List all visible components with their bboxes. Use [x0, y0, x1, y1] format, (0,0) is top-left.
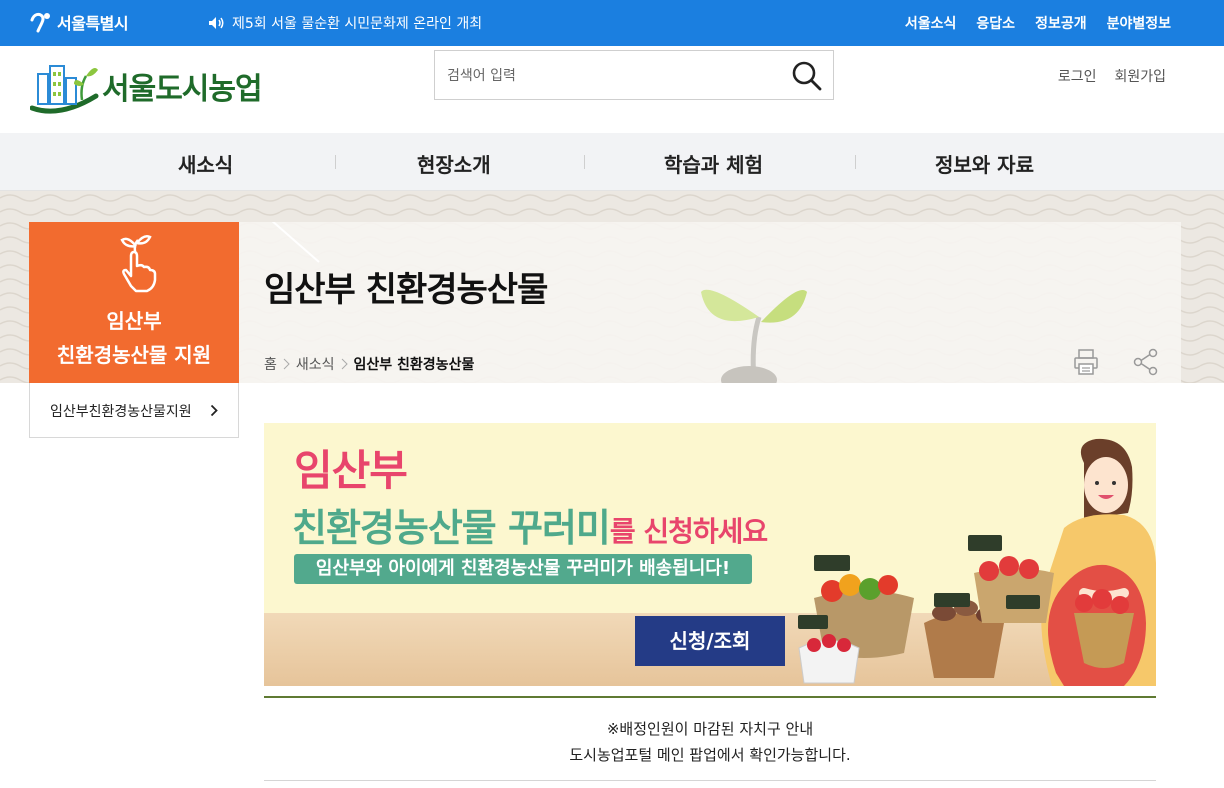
gnb-learning[interactable]: 학습과 체험 [664, 149, 763, 178]
side-menu-item[interactable]: 임산부친환경농산물지원 [29, 383, 239, 438]
city-farm-logo-icon [30, 65, 99, 114]
seoul-logo-text: 서울특별시 [57, 14, 129, 33]
banner-heading-2a: 친환경농산물 꾸러미 [292, 506, 611, 550]
sprout-hand-icon [120, 235, 157, 293]
banner-heading-2: 친환경농산물 꾸러미를 신청하세요 [292, 497, 768, 552]
banner-heading-2c: 신청하세요 [634, 515, 768, 548]
apply-lookup-button[interactable]: 신청/조회 [635, 616, 785, 666]
site-brand-text: 서울도시농업 [102, 72, 263, 107]
seoul-city-logo[interactable]: 서울특별시 [29, 8, 129, 36]
side-title-line2: 친환경농산물 지원 [56, 343, 212, 367]
search-icon[interactable] [791, 60, 823, 92]
deadline-notice: ※배정인원이 마감된 자치구 안내 도시농업포털 메인 팝업에서 확인가능합니다… [264, 716, 1156, 768]
search-box [434, 50, 834, 100]
application-banner: 임산부 친환경농산물 꾸러미를 신청하세요 임산부와 아이에게 친환경농산물 꾸… [264, 423, 1156, 686]
share-icon[interactable] [1133, 348, 1159, 376]
breadcrumb: 홈 새소식 임산부 친환경농산물 [264, 354, 474, 374]
chevron-right-icon [283, 358, 290, 370]
gnb-info-data[interactable]: 정보와 자료 [935, 149, 1034, 178]
gnb-news[interactable]: 새소식 [178, 149, 233, 178]
breadcrumb-news[interactable]: 새소식 [296, 354, 335, 374]
main-nav: 새소식 현장소개 학습과 체험 정보와 자료 [0, 133, 1224, 191]
notice-line-2: 도시농업포털 메인 팝업에서 확인가능합니다. [569, 746, 851, 764]
print-icon[interactable] [1073, 348, 1099, 376]
search-input[interactable] [447, 65, 777, 87]
content-divider [264, 780, 1156, 781]
side-menu-title: 임산부 친환경농산물 지원 [29, 304, 239, 372]
page-title: 임산부 친환경농산물 [264, 270, 548, 310]
notice-text: 제5회 서울 물순환 시민문화제 온라인 개최 [232, 16, 483, 32]
pregnant-woman-vegetables-illustration [798, 438, 1156, 686]
topnav-seoul-news[interactable]: 서울소식 [905, 13, 957, 33]
gnb-separator [584, 155, 585, 169]
topnav-field-info[interactable]: 분야별정보 [1107, 13, 1171, 33]
topnav-eungdapso[interactable]: 응답소 [976, 13, 1015, 33]
chevron-right-icon [341, 358, 348, 370]
notice-line-1: ※배정인원이 마감된 자치구 안내 [606, 720, 814, 738]
seoul-logo-icon [30, 12, 50, 33]
banner-subtitle: 임산부와 아이에게 친환경농산물 꾸러미가 배송됩니다! [294, 554, 752, 584]
content-divider [264, 696, 1156, 698]
side-menu-header: 임산부 친환경농산물 지원 [29, 222, 239, 383]
banner-heading-2b: 를 [609, 515, 636, 548]
top-bar: 서울특별시 제5회 서울 물순환 시민문화제 온라인 개최 서울소식 응답소 정… [0, 0, 1224, 46]
speaker-icon [209, 17, 224, 29]
side-title-line1: 임산부 [106, 309, 162, 333]
chevron-right-icon [210, 404, 218, 417]
side-menu-item-label: 임산부친환경농산물지원 [50, 404, 192, 420]
top-nav: 서울소식 응답소 정보공개 분야별정보 [905, 13, 1171, 33]
breadcrumb-current: 임산부 친환경농산물 [353, 357, 475, 373]
gnb-site-intro[interactable]: 현장소개 [417, 149, 491, 178]
gnb-separator [335, 155, 336, 169]
site-logo[interactable]: 서울도시농업 [30, 56, 263, 116]
user-links: 로그인 회원가입 [1058, 66, 1166, 86]
signup-link[interactable]: 회원가입 [1114, 66, 1166, 86]
topnav-info-disclosure[interactable]: 정보공개 [1035, 13, 1087, 33]
top-notice[interactable]: 제5회 서울 물순환 시민문화제 온라인 개최 [208, 13, 482, 33]
breadcrumb-home[interactable]: 홈 [264, 354, 277, 374]
gnb-separator [855, 155, 856, 169]
banner-heading-1: 임산부 [294, 446, 408, 495]
login-link[interactable]: 로그인 [1058, 66, 1097, 86]
